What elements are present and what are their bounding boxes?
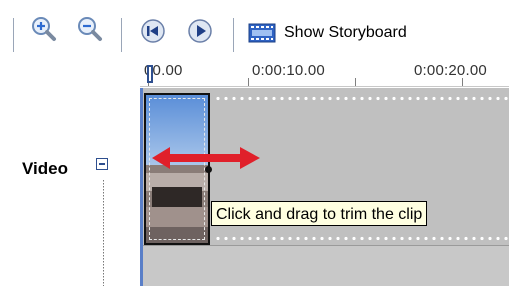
collapse-track-button[interactable] — [96, 158, 108, 170]
rewind-icon — [141, 19, 165, 43]
toolbar-separator — [233, 18, 234, 52]
ruler-baseline — [140, 86, 509, 87]
show-storyboard-button[interactable]: Show Storyboard — [248, 20, 407, 46]
filmstrip-icon — [248, 23, 276, 43]
toolbar-separator — [121, 18, 122, 52]
audio-track[interactable] — [143, 246, 509, 286]
time-ruler[interactable]: 00.00 0:00:10.00 0:00:20.00 — [140, 62, 509, 88]
track-header-panel — [0, 62, 140, 286]
trim-tooltip: Click and drag to trim the clip — [211, 201, 428, 226]
trim-handle[interactable] — [205, 166, 212, 173]
track-dots-bottom — [214, 236, 509, 241]
playhead-handle[interactable] — [147, 65, 153, 83]
minus-box-icon — [99, 163, 105, 165]
video-track-label: Video — [22, 159, 68, 178]
track-dots-top — [214, 96, 509, 101]
play-icon — [188, 19, 212, 43]
ruler-mark-20s: 0:00:20.00 — [414, 62, 487, 79]
zoom-out-button[interactable] — [74, 14, 106, 46]
zoom-in-button[interactable] — [28, 14, 60, 46]
play-button[interactable] — [184, 14, 216, 46]
rewind-button[interactable] — [137, 14, 169, 46]
toolbar-separator — [13, 18, 14, 52]
show-storyboard-label: Show Storyboard — [284, 24, 407, 41]
tree-connector — [103, 180, 104, 286]
magnifier-plus-icon — [32, 17, 56, 41]
ruler-mark-10s: 0:00:10.00 — [252, 62, 325, 79]
timeline-toolbar: Show Storyboard — [0, 0, 509, 62]
magnifier-minus-icon — [78, 17, 102, 41]
